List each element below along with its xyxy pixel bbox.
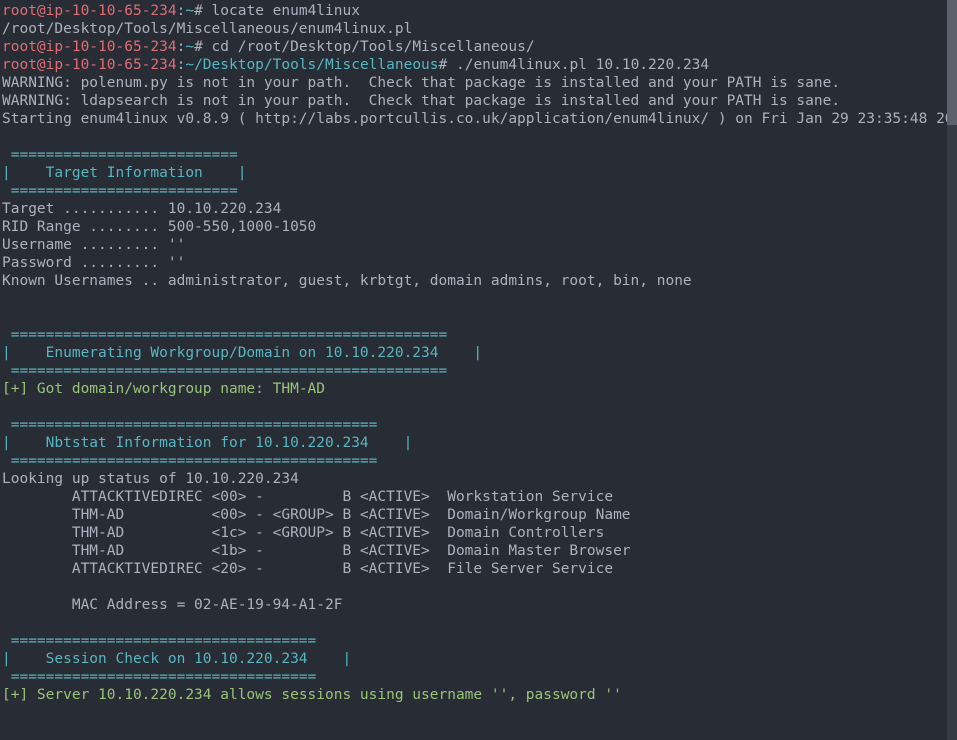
scrollbar-thumb[interactable]: [947, 0, 957, 125]
prompt-user-host: root@ip-10-10-65-234: [2, 39, 177, 55]
prompt-hash: #: [194, 39, 211, 55]
known-usernames-line: Known Usernames .. administrator, guest,…: [2, 273, 692, 289]
target-line: Target ........... 10.10.220.234: [2, 201, 281, 217]
start-line: Starting enum4linux v0.8.9 ( http://labs…: [2, 111, 947, 127]
section-title-enum-domain: | Enumerating Workgroup/Domain on 10.10.…: [2, 345, 482, 361]
nbt-row: ATTACKTIVEDIREC <20> - B <ACTIVE> File S…: [2, 561, 613, 577]
locate-output: /root/Desktop/Tools/Miscellaneous/enum4l…: [2, 21, 412, 37]
command-locate: locate enum4linux: [212, 3, 360, 19]
success-marker: [+]: [2, 687, 37, 703]
nbt-lookup-line: Looking up status of 10.10.220.234: [2, 471, 299, 487]
terminal-output[interactable]: root@ip-10-10-65-234:~# locate enum4linu…: [0, 0, 947, 740]
section-border: ========================================…: [2, 417, 386, 433]
rid-range-line: RID Range ........ 500-550,1000-1050: [2, 219, 316, 235]
prompt-path: ~: [185, 3, 194, 19]
prompt-hash: #: [439, 57, 456, 73]
nbt-row: THM-AD <00> - <GROUP> B <ACTIVE> Domain/…: [2, 507, 631, 523]
mac-address-line: MAC Address = 02-AE-19-94-A1-2F: [2, 597, 342, 613]
nbt-row: THM-AD <1c> - <GROUP> B <ACTIVE> Domain …: [2, 525, 604, 541]
domain-found-line: Got domain/workgroup name: THM-AD: [37, 381, 325, 397]
prompt-path-long: ~/Desktop/Tools/Miscellaneous: [185, 57, 438, 73]
password-line: Password ......... '': [2, 255, 185, 271]
nbt-row: ATTACKTIVEDIREC <00> - B <ACTIVE> Workst…: [2, 489, 613, 505]
warning-line: WARNING: polenum.py is not in your path.…: [2, 75, 840, 91]
session-allowed-line: Server 10.10.220.234 allows sessions usi…: [37, 687, 622, 703]
section-border: ========================================…: [2, 327, 456, 343]
success-marker: [+]: [2, 381, 37, 397]
section-border: ========================================…: [2, 363, 456, 379]
section-border: ===================================: [2, 669, 325, 685]
nbt-row: THM-AD <1b> - B <ACTIVE> Domain Master B…: [2, 543, 631, 559]
section-border: ==========================: [2, 147, 246, 163]
section-title-nbtstat: | Nbtstat Information for 10.10.220.234 …: [2, 435, 412, 451]
section-title-session-check: | Session Check on 10.10.220.234 |: [2, 651, 351, 667]
prompt-hash: #: [194, 3, 211, 19]
username-line: Username ......... '': [2, 237, 185, 253]
section-border: ==========================: [2, 183, 246, 199]
command-cd: cd /root/Desktop/Tools/Miscellaneous/: [212, 39, 535, 55]
prompt-user-host: root@ip-10-10-65-234: [2, 3, 177, 19]
prompt-path: ~: [185, 39, 194, 55]
section-title-target-info: | Target Information |: [2, 165, 246, 181]
command-enum4linux: ./enum4linux.pl 10.10.220.234: [456, 57, 709, 73]
prompt-user-host: root@ip-10-10-65-234: [2, 57, 177, 73]
section-border: ===================================: [2, 633, 325, 649]
section-border: ========================================…: [2, 453, 386, 469]
scrollbar-track[interactable]: [947, 0, 957, 740]
warning-line: WARNING: ldapsearch is not in your path.…: [2, 93, 840, 109]
